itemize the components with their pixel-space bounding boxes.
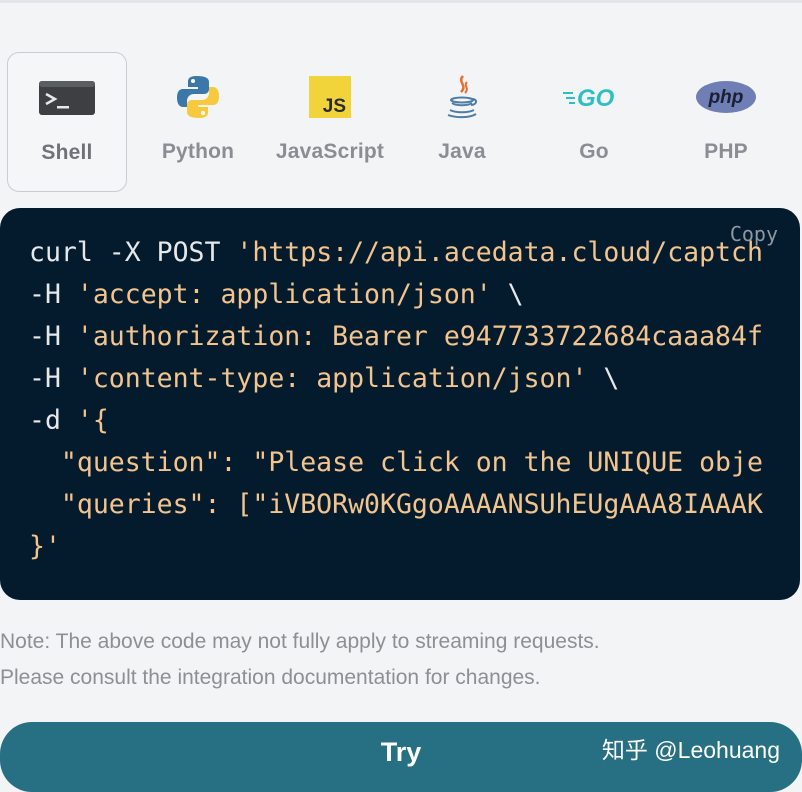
code-block: Copy curl -X POST 'https://api.acedata.c… [0, 208, 800, 600]
java-logo-icon [431, 74, 493, 120]
tab-label: Python [161, 140, 235, 163]
php-logo-icon: php [695, 74, 757, 120]
code-line: -H 'accept: application/json' \ [29, 279, 524, 310]
tab-python[interactable]: Python [138, 52, 258, 192]
tab-php[interactable]: php PHP [666, 52, 786, 192]
language-tabs: Shell Python JS JavaScript Java GO Go ph… [0, 52, 802, 192]
code-line: -H 'content-type: application/json' \ [29, 363, 620, 394]
code-line: "question": "Please click on the UNIQUE … [29, 447, 763, 478]
tab-label: Java [438, 140, 486, 163]
code-line: -d '{ [29, 405, 109, 436]
tab-javascript[interactable]: JS JavaScript [270, 52, 390, 192]
tab-label: Shell [41, 141, 93, 164]
watermark: 知乎 @Leohuang [601, 737, 780, 763]
code-line: curl -X POST 'https://api.acedata.cloud/… [29, 237, 763, 268]
code-line: -H 'authorization: Bearer e947733722684c… [29, 321, 763, 352]
tab-label: Go [579, 140, 609, 163]
tab-label: JavaScript [275, 140, 385, 163]
code-line: "queries": ["iVBORw0KGgoAAAANSUhEUgAAA8I… [29, 489, 763, 520]
svg-text:php: php [708, 87, 744, 108]
javascript-logo-icon: JS [299, 74, 361, 120]
note-line: Note: The above code may not fully apply… [0, 630, 600, 653]
note-line: Please consult the integration documenta… [0, 666, 541, 689]
svg-text:GO: GO [577, 85, 615, 111]
svg-text:JS: JS [323, 96, 346, 117]
tab-java[interactable]: Java [402, 52, 522, 192]
tab-shell[interactable]: Shell [7, 52, 127, 192]
tab-label: PHP [704, 140, 748, 163]
tab-go[interactable]: GO Go [534, 52, 654, 192]
top-divider [0, 0, 802, 3]
python-logo-icon [167, 74, 229, 120]
go-logo-icon: GO [563, 74, 625, 120]
terminal-icon [36, 75, 98, 121]
note-text: Note: The above code may not fully apply… [0, 624, 802, 696]
code-content: curl -X POST 'https://api.acedata.cloud/… [29, 232, 763, 568]
code-line: }' [29, 531, 61, 562]
